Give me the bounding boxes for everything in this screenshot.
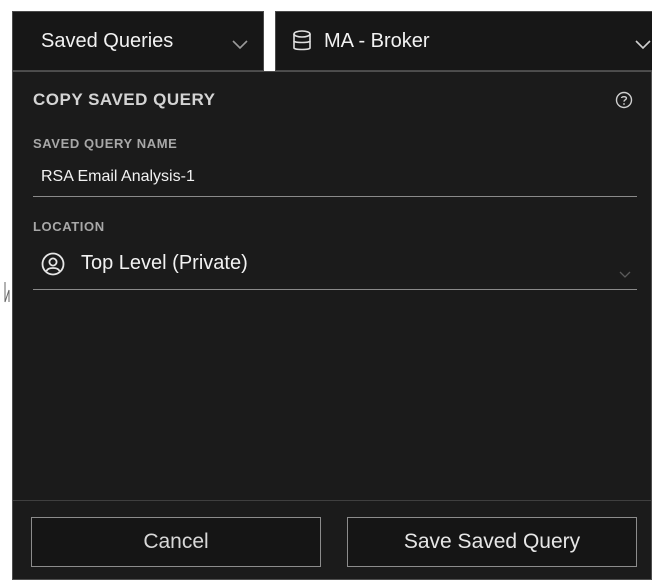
location-value: Top Level (Private) xyxy=(81,252,248,274)
footer-divider xyxy=(13,500,651,501)
user-icon xyxy=(41,252,65,276)
saved-query-name-input[interactable] xyxy=(33,157,637,197)
location-select[interactable]: Top Level (Private) xyxy=(33,238,637,290)
saved-queries-label: Saved Queries xyxy=(41,29,174,52)
dialog-title: COPY SAVED QUERY xyxy=(33,90,216,109)
service-label: MA - Broker xyxy=(324,29,430,52)
toolbar: Saved Queries MA - Broker xyxy=(12,11,652,71)
edge-mark xyxy=(4,280,10,306)
saved-queries-dropdown[interactable]: Saved Queries xyxy=(12,11,264,71)
save-saved-query-button[interactable]: Save Saved Query xyxy=(347,517,637,567)
database-icon xyxy=(292,30,312,52)
service-selector[interactable]: MA - Broker xyxy=(275,11,652,71)
location-label: LOCATION xyxy=(33,219,105,234)
help-icon[interactable] xyxy=(615,91,633,114)
cancel-button[interactable]: Cancel xyxy=(31,517,321,567)
chevron-down-icon xyxy=(634,34,652,57)
chevron-down-icon xyxy=(231,34,249,57)
page: Saved Queries MA - Broker COPY SAVED QUE… xyxy=(0,0,652,580)
copy-saved-query-dialog: COPY SAVED QUERY SAVED QUERY NAME LOCATI… xyxy=(12,71,652,580)
chevron-down-icon xyxy=(619,262,631,285)
saved-query-name-label: SAVED QUERY NAME xyxy=(33,136,178,151)
